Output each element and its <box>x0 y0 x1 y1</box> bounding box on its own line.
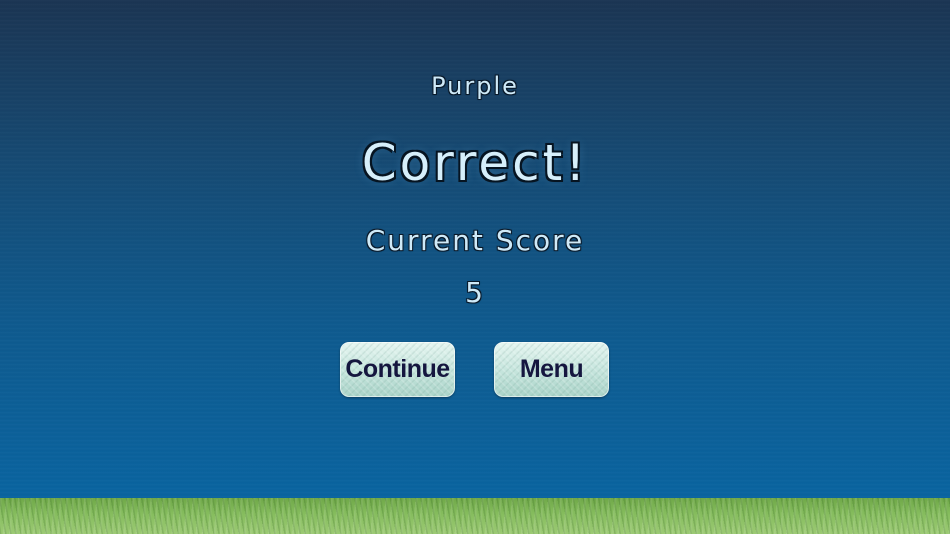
result-message: Correct! <box>361 134 589 192</box>
grass-ground <box>0 498 950 534</box>
continue-button[interactable]: Continue <box>340 342 455 397</box>
continue-button-label: Continue <box>345 355 450 383</box>
menu-button-label: Menu <box>519 355 584 383</box>
game-screen: Purple Correct! Current Score 5 Continue… <box>0 0 950 534</box>
score-value: 5 <box>465 276 485 309</box>
color-word: Purple <box>431 72 519 100</box>
menu-button[interactable]: Menu <box>494 342 609 397</box>
score-label: Current Score <box>365 224 585 257</box>
